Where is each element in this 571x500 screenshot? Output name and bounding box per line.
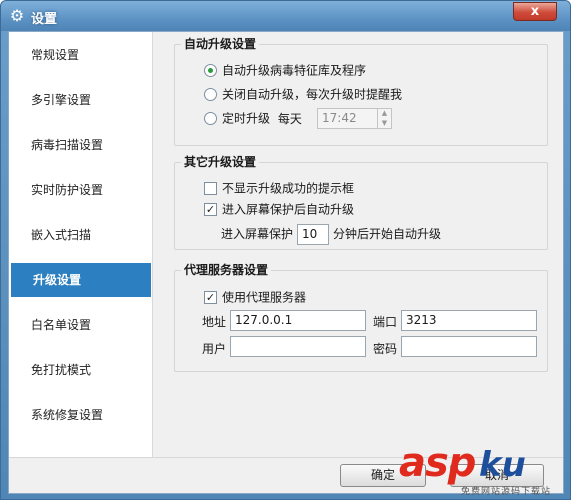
dialog-client-area: 常规设置 多引擎设置 病毒扫描设置 实时防护设置 嵌入式扫描 升级设置 白名单设… — [8, 31, 564, 494]
radio-auto-update[interactable]: 自动升级病毒特征库及程序 — [204, 62, 366, 78]
spin-down-icon[interactable]: ▼ — [378, 118, 391, 128]
sidebar-item-update[interactable]: 升级设置 — [11, 263, 151, 297]
group-title: 代理服务器设置 — [181, 263, 272, 277]
sidebar-item-multi-engine[interactable]: 多引擎设置 — [9, 83, 152, 117]
port-value: 3213 — [406, 313, 437, 327]
checkbox-use-proxy[interactable]: ✓ 使用代理服务器 — [204, 289, 306, 305]
checkbox-label: 进入屏幕保护后自动升级 — [222, 202, 355, 217]
address-label: 地址 — [202, 315, 227, 329]
settings-sidebar: 常规设置 多引擎设置 病毒扫描设置 实时防护设置 嵌入式扫描 升级设置 白名单设… — [9, 32, 153, 457]
port-field[interactable]: 3213 — [401, 310, 537, 331]
checkbox-checked[interactable]: ✓ — [204, 291, 217, 304]
radio-button[interactable] — [204, 112, 217, 125]
radio-label: 定时升级 — [222, 111, 271, 126]
delay-minutes-value: 10 — [302, 227, 318, 241]
radio-label: 关闭自动升级，每次升级时提醒我 — [222, 87, 403, 102]
password-field[interactable] — [401, 336, 537, 357]
port-label: 端口 — [373, 315, 398, 329]
watermark-brand-ku: ku — [479, 445, 526, 485]
radio-disable-auto-update[interactable]: 关闭自动升级，每次升级时提醒我 — [204, 86, 402, 102]
close-button[interactable]: x — [513, 2, 557, 21]
sidebar-item-virus-scan[interactable]: 病毒扫描设置 — [9, 128, 152, 162]
watermark-tagline: 免费网站源码下载站 — [461, 487, 552, 497]
password-label: 密码 — [373, 342, 398, 356]
sidebar-item-whitelist[interactable]: 白名单设置 — [9, 308, 152, 342]
time-spinner[interactable]: ▲ ▼ — [377, 108, 391, 129]
sidebar-item-system-repair[interactable]: 系统修复设置 — [9, 398, 152, 432]
checkbox-hide-success[interactable]: 不显示升级成功的提示框 — [204, 180, 354, 196]
radio-button[interactable] — [204, 64, 217, 77]
user-field[interactable] — [230, 336, 366, 357]
checkbox-label: 不显示升级成功的提示框 — [222, 181, 355, 196]
delay-suffix-label: 分钟后开始自动升级 — [333, 227, 442, 241]
delay-prefix-label: 进入屏幕保护 — [221, 227, 294, 241]
radio-label: 自动升级病毒特征库及程序 — [222, 63, 367, 78]
watermark-brand-asp: asp — [399, 440, 476, 486]
address-value: 127.0.0.1 — [235, 313, 293, 327]
checkbox-label: 使用代理服务器 — [222, 290, 307, 305]
sidebar-item-realtime-protection[interactable]: 实时防护设置 — [9, 173, 152, 207]
schedule-prefix: 每天 — [277, 111, 302, 126]
address-field[interactable]: 127.0.0.1 — [230, 310, 366, 331]
title-bar[interactable]: ⚙ 设置 x — [1, 1, 570, 31]
radio-scheduled-update[interactable]: 定时升级 每天 — [204, 110, 302, 126]
settings-window: ⚙ 设置 x 常规设置 多引擎设置 病毒扫描设置 实时防护设置 嵌入式扫描 升级… — [0, 0, 571, 500]
group-title: 自动升级设置 — [181, 37, 260, 51]
checkbox-screensaver-update[interactable]: ✓ 进入屏幕保护后自动升级 — [204, 201, 354, 217]
window-title: 设置 — [31, 12, 58, 27]
spin-up-icon[interactable]: ▲ — [378, 108, 391, 118]
sidebar-item-general[interactable]: 常规设置 — [9, 38, 152, 72]
group-title: 其它升级设置 — [181, 155, 260, 169]
gear-icon: ⚙ — [9, 6, 25, 25]
user-label: 用户 — [202, 342, 227, 356]
schedule-time-value: 17:42 — [322, 111, 357, 125]
checkbox[interactable] — [204, 182, 217, 195]
watermark-logo: asp ku 免费网站源码下载站 — [399, 441, 569, 499]
sidebar-item-embedded-scan[interactable]: 嵌入式扫描 — [9, 218, 152, 252]
checkbox-checked[interactable]: ✓ — [204, 203, 217, 216]
delay-minutes-field[interactable]: 10 — [297, 224, 329, 245]
sidebar-item-do-not-disturb[interactable]: 免打扰模式 — [9, 353, 152, 387]
radio-button[interactable] — [204, 88, 217, 101]
close-icon: x — [530, 4, 540, 19]
